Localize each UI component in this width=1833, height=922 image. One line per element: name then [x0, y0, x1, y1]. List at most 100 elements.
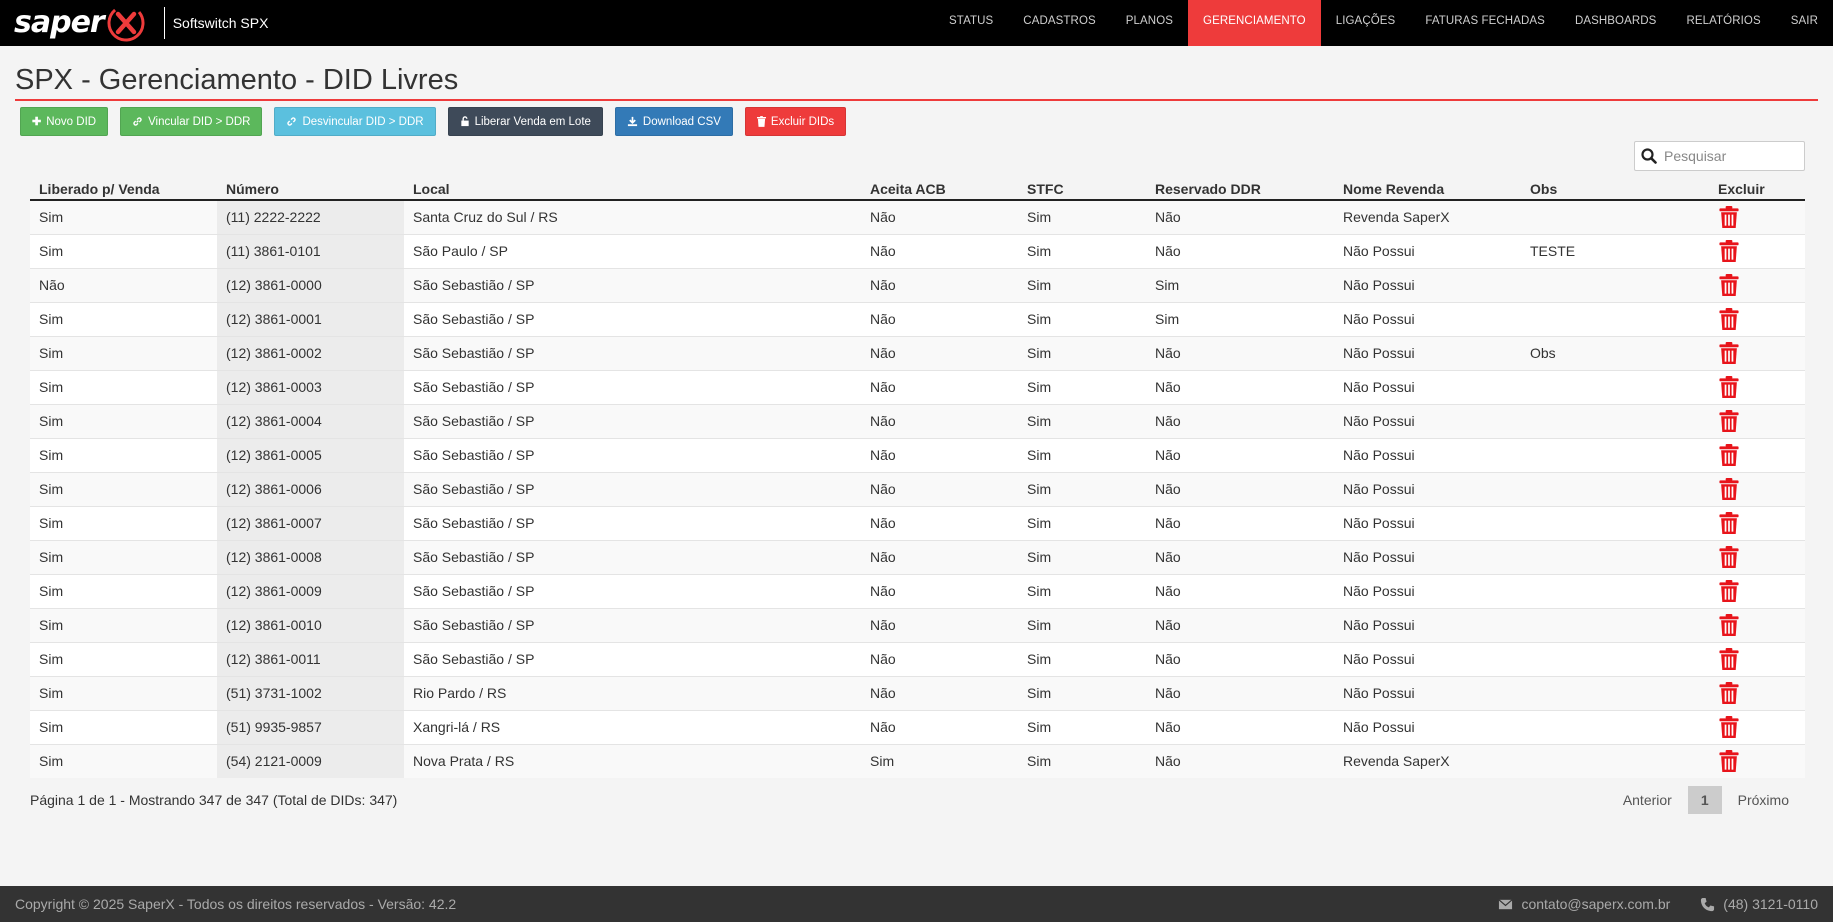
cell-aceita-acb: Não: [861, 675, 1018, 710]
desvincular-did-label: Desvincular DID > DDR: [302, 115, 424, 128]
link-icon: [133, 117, 142, 126]
download-csv-button[interactable]: Download CSV: [614, 107, 733, 136]
delete-trash-icon[interactable]: [1719, 579, 1739, 603]
table-row: Sim (11) 2222-2222 Santa Cruz do Sul / RS N…: [30, 199, 1805, 234]
nav-item-status[interactable]: STATUS: [934, 0, 1008, 46]
delete-trash-icon[interactable]: [1719, 205, 1739, 229]
liberar-venda-button[interactable]: Liberar Venda em Lote: [447, 107, 603, 136]
search-box: [1634, 141, 1805, 171]
cell-liberado: Sim: [30, 199, 217, 234]
cell-numero[interactable]: (12) 3861-0002: [217, 335, 404, 370]
cell-numero[interactable]: (12) 3861-0001: [217, 301, 404, 336]
cell-aceita-acb: Não: [861, 709, 1018, 744]
pagination-next[interactable]: Próximo: [1722, 786, 1805, 814]
cell-excluir: [1709, 607, 1805, 642]
page-info: Página 1 de 1 - Mostrando 347 de 347 (To…: [30, 792, 398, 808]
cell-excluir: [1709, 199, 1805, 234]
nav-item-gerenciamento[interactable]: GERENCIAMENTO: [1188, 0, 1321, 46]
column-header-nome-revenda[interactable]: Nome Revenda: [1334, 176, 1521, 201]
delete-trash-icon[interactable]: [1719, 647, 1739, 671]
table-row: Sim (12) 3861-0005 São Sebastião / SP Não Si…: [30, 437, 1805, 472]
delete-trash-icon[interactable]: [1719, 511, 1739, 535]
cell-numero[interactable]: (12) 3861-0010: [217, 607, 404, 642]
nav-item-dashboards[interactable]: DASHBOARDS: [1560, 0, 1672, 46]
column-header-stfc[interactable]: STFC: [1018, 176, 1146, 201]
cell-stfc: Sim: [1018, 199, 1146, 234]
cell-liberado: Sim: [30, 471, 217, 506]
app-title: Softswitch SPX: [172, 15, 269, 31]
cell-nome-revenda: Não Possui: [1334, 335, 1521, 370]
cell-numero[interactable]: (12) 3861-0009: [217, 573, 404, 608]
delete-trash-icon[interactable]: [1719, 239, 1739, 263]
column-header-obs[interactable]: Obs: [1521, 176, 1709, 201]
nav-item-liga-es[interactable]: LIGAÇÕES: [1321, 0, 1411, 46]
column-header-numero[interactable]: Número: [217, 176, 404, 201]
delete-trash-icon[interactable]: [1719, 341, 1739, 365]
delete-trash-icon[interactable]: [1719, 375, 1739, 399]
cell-numero[interactable]: (12) 3861-0008: [217, 539, 404, 574]
cell-numero[interactable]: (51) 9935-9857: [217, 709, 404, 744]
cell-numero[interactable]: (11) 2222-2222: [217, 199, 404, 234]
cell-liberado: Não: [30, 267, 217, 302]
cell-numero[interactable]: (12) 3861-0000: [217, 267, 404, 302]
cell-local: São Sebastião / SP: [404, 505, 861, 540]
cell-stfc: Sim: [1018, 403, 1146, 438]
delete-trash-icon[interactable]: [1719, 613, 1739, 637]
cell-reservado-ddr: Não: [1146, 573, 1334, 608]
desvincular-did-button[interactable]: Desvincular DID > DDR: [274, 107, 436, 136]
pagination-current-page[interactable]: 1: [1687, 786, 1722, 814]
cell-aceita-acb: Não: [861, 641, 1018, 676]
nav-item-relat-rios[interactable]: RELATÓRIOS: [1671, 0, 1775, 46]
cell-reservado-ddr: Não: [1146, 743, 1334, 778]
vincular-did-button[interactable]: Vincular DID > DDR: [120, 107, 263, 136]
delete-trash-icon[interactable]: [1719, 273, 1739, 297]
delete-trash-icon[interactable]: [1719, 307, 1739, 331]
nav-item-planos[interactable]: PLANOS: [1111, 0, 1188, 46]
cell-local: São Sebastião / SP: [404, 437, 861, 472]
delete-trash-icon[interactable]: [1719, 545, 1739, 569]
column-header-liberado[interactable]: Liberado p/ Venda: [30, 176, 217, 201]
vincular-did-label: Vincular DID > DDR: [148, 115, 251, 128]
cell-numero[interactable]: (12) 3861-0006: [217, 471, 404, 506]
excluir-dids-button[interactable]: Excluir DIDs: [744, 107, 847, 136]
pagination-prev[interactable]: Anterior: [1607, 786, 1688, 814]
cell-reservado-ddr: Não: [1146, 675, 1334, 710]
delete-trash-icon[interactable]: [1719, 749, 1739, 773]
cell-numero[interactable]: (12) 3861-0003: [217, 369, 404, 404]
cell-stfc: Sim: [1018, 607, 1146, 642]
envelope-icon: [1498, 898, 1513, 909]
cell-numero[interactable]: (11) 3861-0101: [217, 233, 404, 268]
cell-local: São Sebastião / SP: [404, 403, 861, 438]
cell-local: São Sebastião / SP: [404, 641, 861, 676]
cell-numero[interactable]: (12) 3861-0007: [217, 505, 404, 540]
cell-local: São Sebastião / SP: [404, 573, 861, 608]
cell-liberado: Sim: [30, 641, 217, 676]
delete-trash-icon[interactable]: [1719, 681, 1739, 705]
cell-numero[interactable]: (51) 3731-1002: [217, 675, 404, 710]
delete-trash-icon[interactable]: [1719, 715, 1739, 739]
cell-excluir: [1709, 505, 1805, 540]
cell-liberado: Sim: [30, 743, 217, 778]
column-header-local[interactable]: Local: [404, 176, 861, 201]
delete-trash-icon[interactable]: [1719, 443, 1739, 467]
novo-did-button[interactable]: ✚ Novo DID: [20, 107, 109, 136]
cell-numero[interactable]: (54) 2121-0009: [217, 743, 404, 778]
cell-numero[interactable]: (12) 3861-0004: [217, 403, 404, 438]
footer-email[interactable]: contato@saperx.com.br: [1521, 896, 1670, 912]
saperx-logo[interactable]: saper: [0, 0, 146, 46]
cell-obs: [1521, 267, 1709, 302]
search-input[interactable]: [1664, 148, 1799, 164]
nav-item-sair[interactable]: SAIR: [1776, 0, 1833, 46]
cell-reservado-ddr: Não: [1146, 641, 1334, 676]
cell-stfc: Sim: [1018, 539, 1146, 574]
table-row: Sim (12) 3861-0008 São Sebastião / SP Não Si…: [30, 539, 1805, 574]
cell-numero[interactable]: (12) 3861-0005: [217, 437, 404, 472]
nav-item-faturas-fechadas[interactable]: FATURAS FECHADAS: [1410, 0, 1560, 46]
cell-numero[interactable]: (12) 3861-0011: [217, 641, 404, 676]
column-header-excluir[interactable]: Excluir: [1709, 176, 1805, 201]
delete-trash-icon[interactable]: [1719, 477, 1739, 501]
nav-item-cadastros[interactable]: CADASTROS: [1008, 0, 1110, 46]
column-header-aceita-acb[interactable]: Aceita ACB: [861, 176, 1018, 201]
delete-trash-icon[interactable]: [1719, 409, 1739, 433]
column-header-reservado-ddr[interactable]: Reservado DDR: [1146, 176, 1334, 201]
